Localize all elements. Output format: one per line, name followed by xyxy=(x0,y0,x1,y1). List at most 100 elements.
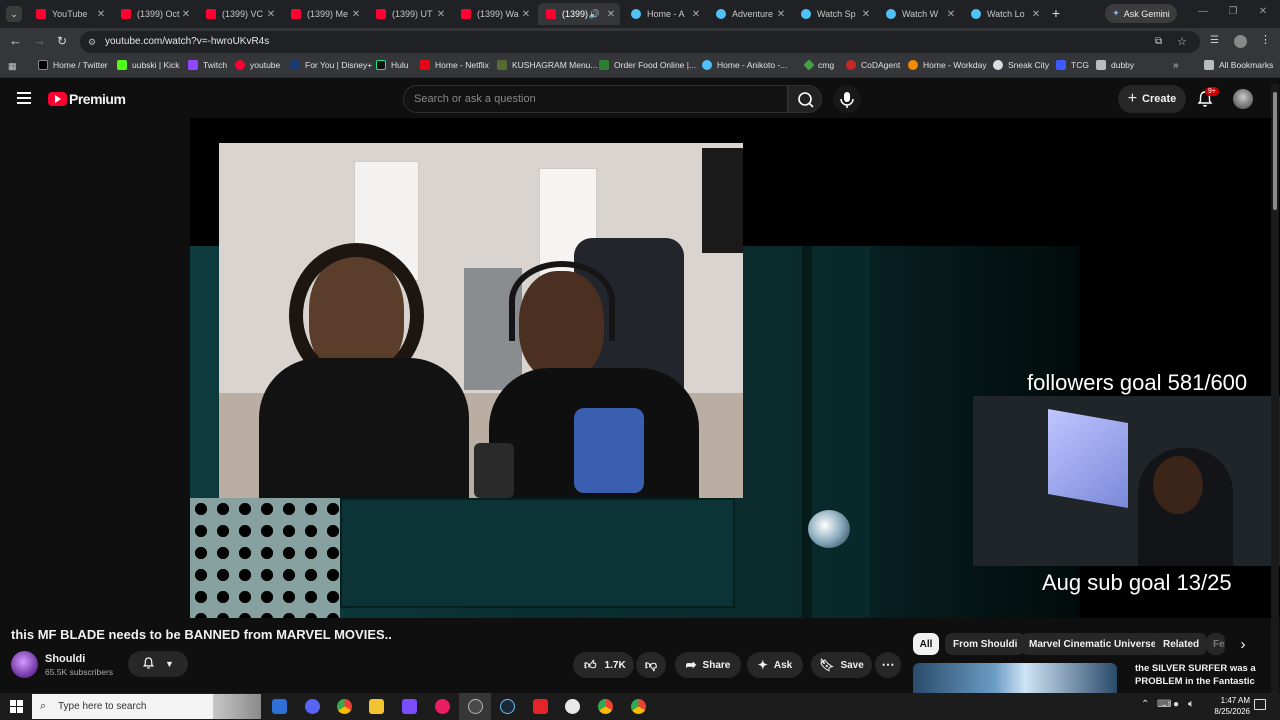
save-button[interactable]: 🔖︎ Save xyxy=(811,652,872,678)
close-icon[interactable]: ✕ xyxy=(521,9,531,20)
apps-grid-icon[interactable]: ▦ xyxy=(8,61,18,71)
close-icon[interactable]: ✕ xyxy=(181,9,191,20)
clock-app-icon[interactable] xyxy=(565,699,580,714)
page-scrollbar[interactable] xyxy=(1271,84,1279,693)
close-icon[interactable]: ✕ xyxy=(1031,9,1041,20)
adobe-icon[interactable] xyxy=(533,699,548,714)
back-arrow-icon[interactable]: ← xyxy=(9,34,23,48)
minimize-button[interactable]: — xyxy=(1196,6,1210,20)
close-icon[interactable]: ✕ xyxy=(436,9,446,20)
network-icon[interactable]: ⌨ xyxy=(1157,699,1171,710)
new-tab-button[interactable]: + xyxy=(1049,5,1063,21)
browser-menu-icon[interactable]: ⋮ xyxy=(1260,33,1271,49)
bookmark-item[interactable]: KUSHAGRAM Menu... xyxy=(497,60,598,70)
browser-tab[interactable]: YouTube ✕ xyxy=(28,3,110,25)
restore-button[interactable]: ❐ xyxy=(1226,6,1240,20)
install-app-icon[interactable]: ⧉ xyxy=(1155,31,1162,53)
recommended-thumbnail[interactable] xyxy=(913,663,1117,693)
browser-tab[interactable]: Adventure ✕ xyxy=(708,3,790,25)
youtube-logo[interactable]: Premium xyxy=(48,91,126,107)
close-icon[interactable]: ✕ xyxy=(96,9,106,20)
browser-tab[interactable]: Watch W ✕ xyxy=(878,3,960,25)
bookmark-item[interactable]: For You | Disney+ xyxy=(290,60,372,70)
close-icon[interactable]: ✕ xyxy=(266,9,276,20)
recommended-title-line-2[interactable]: PROBLEM in the Fantastic xyxy=(1135,676,1255,687)
volume-icon[interactable]: 🔈︎ xyxy=(1188,698,1195,711)
steam-icon[interactable] xyxy=(500,699,515,714)
reading-list-icon[interactable]: ☰ xyxy=(1210,35,1222,47)
bookmark-item[interactable]: Order Food Online |... xyxy=(599,60,696,70)
chrome-profile-2-icon[interactable] xyxy=(631,699,646,714)
browser-tab[interactable]: (1399) Oct ✕ xyxy=(113,3,195,25)
ask-button[interactable]: ✦ Ask xyxy=(747,652,803,678)
bookmark-item[interactable]: Home - Anikoto -... xyxy=(702,60,787,70)
file-explorer-icon[interactable] xyxy=(369,699,384,714)
tab-search-icon[interactable]: ⌄ xyxy=(6,6,22,22)
hamburger-menu-icon[interactable] xyxy=(17,92,31,104)
bookmark-item[interactable]: Home - Workday xyxy=(908,60,987,70)
close-icon[interactable]: ✕ xyxy=(606,9,616,20)
notifications-button[interactable]: 9+ xyxy=(1196,87,1219,110)
browser-tab-active[interactable]: (1399) 🔊 ✕ xyxy=(538,3,620,25)
like-button[interactable]: 👍︎ 1.7K xyxy=(573,652,634,678)
microphone-tray-icon[interactable]: ● xyxy=(1173,699,1179,710)
browser-tab[interactable]: (1399) Wa ✕ xyxy=(453,3,535,25)
chips-next-arrow[interactable]: › xyxy=(1233,636,1253,654)
taskbar-search-box[interactable]: ⌕ Type here to search xyxy=(32,694,261,719)
chevron-right-icon[interactable]: » xyxy=(1173,60,1179,71)
share-button[interactable]: ➦ Share xyxy=(675,652,741,678)
search-button[interactable] xyxy=(788,85,822,113)
bookmark-item[interactable]: Home / Twitter xyxy=(38,60,108,70)
close-icon[interactable]: ✕ xyxy=(861,9,871,20)
browser-tab[interactable]: (1399) Me ✕ xyxy=(283,3,365,25)
bookmark-item[interactable]: TCG xyxy=(1056,60,1089,70)
bookmark-item[interactable]: youtube xyxy=(235,60,280,70)
create-button[interactable]: + Create xyxy=(1118,85,1186,113)
bookmark-item[interactable]: CoDAgent xyxy=(846,60,900,70)
more-actions-button[interactable]: ⋯ xyxy=(875,652,901,678)
voice-search-button[interactable] xyxy=(833,85,861,113)
taskbar-date[interactable]: 8/25/2026 xyxy=(1200,707,1250,716)
taskbar-time[interactable]: 1:47 AM xyxy=(1210,696,1250,705)
video-player[interactable]: followers goal 581/600 Aug sub goal 13/2… xyxy=(190,118,1280,618)
dislike-button[interactable]: 👎︎ xyxy=(636,652,666,678)
media-player-icon[interactable] xyxy=(435,699,450,714)
browser-tab[interactable]: Watch Sp ✕ xyxy=(793,3,875,25)
forward-arrow-icon[interactable]: → xyxy=(33,34,47,48)
chrome-profile-icon[interactable] xyxy=(598,699,613,714)
windows-start-icon[interactable] xyxy=(10,700,23,713)
channel-avatar[interactable] xyxy=(11,651,38,678)
chrome-icon[interactable] xyxy=(337,699,352,714)
chip-partial[interactable]: Fe xyxy=(1207,633,1225,655)
chip-from-channel[interactable]: From Shouldi xyxy=(945,633,1026,655)
all-bookmarks-button[interactable]: All Bookmarks xyxy=(1204,60,1273,70)
show-hidden-icons[interactable]: ⌃ xyxy=(1141,699,1149,710)
close-icon[interactable]: ✕ xyxy=(691,9,701,20)
bookmark-item[interactable]: dubby xyxy=(1096,60,1134,70)
address-bar[interactable]: ⚙ youtube.com/watch?v=-hwroUKvR4s ⧉ ☆ xyxy=(80,31,1200,53)
chip-all[interactable]: All xyxy=(913,633,939,655)
browser-tab[interactable]: (1399) VC ✕ xyxy=(198,3,280,25)
profile-avatar[interactable] xyxy=(1234,35,1247,48)
site-info-icon[interactable]: ⚙ xyxy=(88,31,96,53)
task-view-icon[interactable] xyxy=(272,699,287,714)
bookmark-item[interactable]: Sneak City xyxy=(993,60,1049,70)
channel-name[interactable]: Shouldi xyxy=(45,653,85,665)
ask-gemini-button[interactable]: ✦ Ask Gemini xyxy=(1105,4,1177,23)
bookmark-item[interactable]: cmg xyxy=(803,59,834,71)
bookmark-item[interactable]: Hulu xyxy=(376,60,408,70)
discord-icon[interactable] xyxy=(305,699,320,714)
game-launcher-icon[interactable] xyxy=(402,699,417,714)
bookmark-item[interactable]: Home - Netflix xyxy=(420,60,489,70)
close-icon[interactable]: ✕ xyxy=(946,9,956,20)
browser-tab[interactable]: Home - A ✕ xyxy=(623,3,705,25)
subscribed-notifications-button[interactable]: ▼ xyxy=(128,651,188,677)
scrollbar-thumb[interactable] xyxy=(1273,92,1277,210)
chip-mcu[interactable]: Marvel Cinematic Universe xyxy=(1021,633,1165,655)
close-icon[interactable]: ✕ xyxy=(351,9,361,20)
window-close-button[interactable]: ✕ xyxy=(1256,6,1270,20)
close-icon[interactable]: ✕ xyxy=(776,9,786,20)
browser-tab[interactable]: (1399) UT ✕ xyxy=(368,3,450,25)
recommended-title-line-1[interactable]: the SILVER SURFER was a xyxy=(1135,663,1256,674)
notification-center-icon[interactable] xyxy=(1254,699,1266,710)
